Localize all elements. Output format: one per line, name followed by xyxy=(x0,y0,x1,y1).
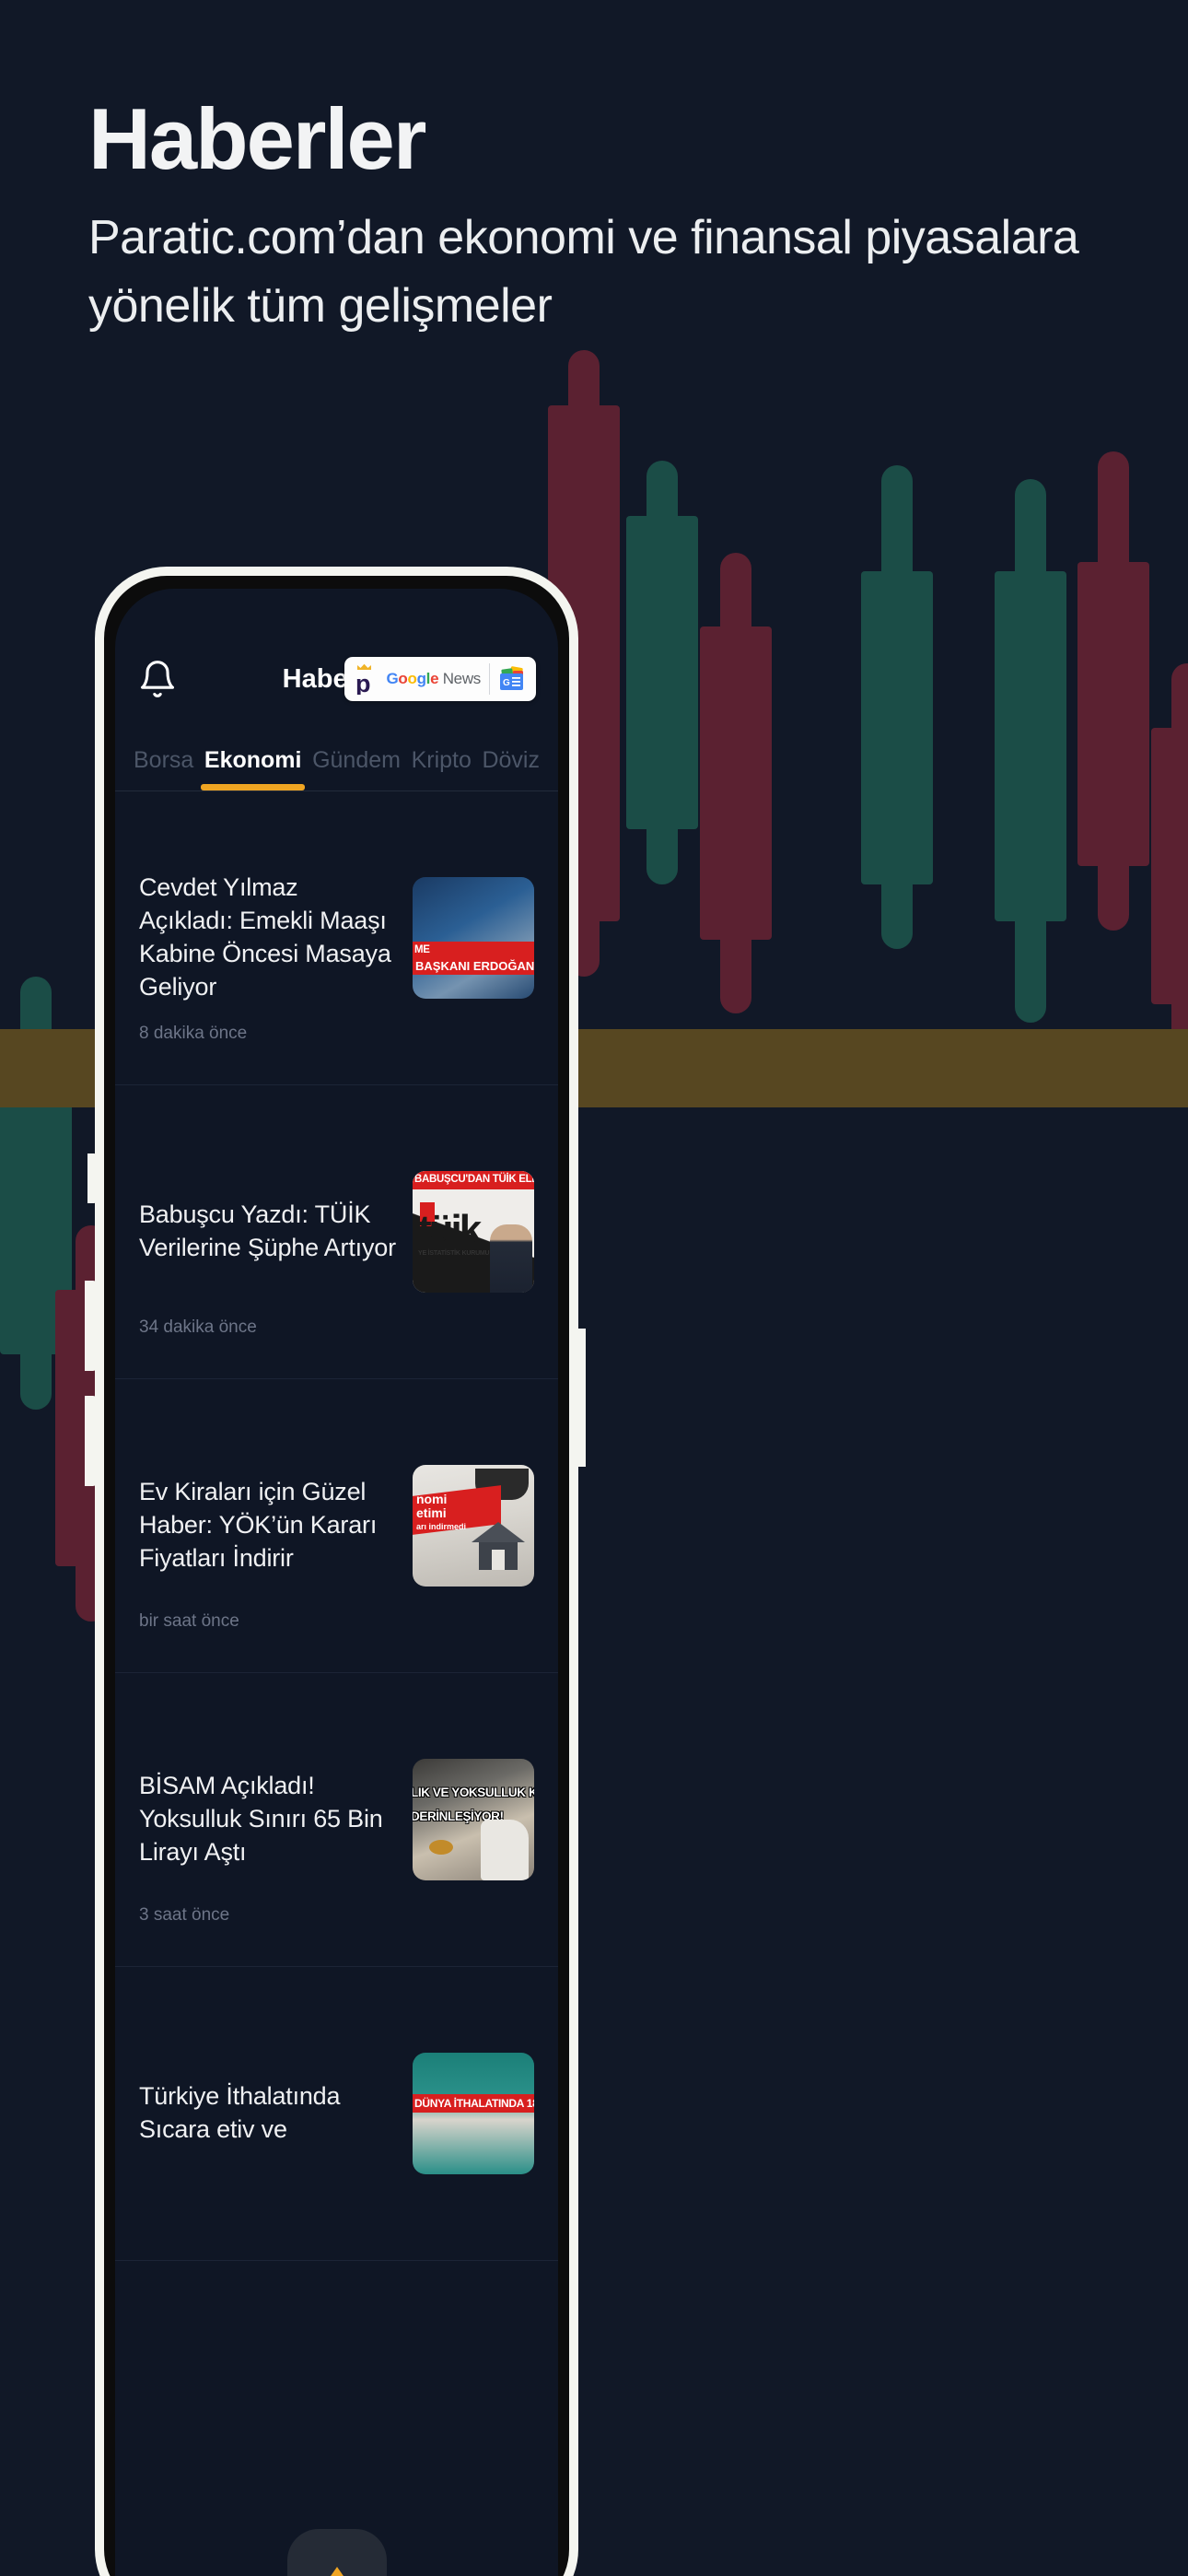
tab-döviz[interactable]: Döviz xyxy=(482,747,540,790)
news-thumbnail: nomi etimi arı indirmedi xyxy=(413,1465,534,1587)
candle-8 xyxy=(626,461,698,884)
candle-10 xyxy=(861,465,933,949)
category-tab-bar: Borsa Ekonomi Gündem Kripto Döviz xyxy=(115,721,558,791)
candle-12 xyxy=(1077,451,1149,931)
svg-text:p: p xyxy=(355,670,371,695)
paratic-p-crown-logo: p xyxy=(355,663,378,697)
phone-volume-up-button[interactable] xyxy=(85,1281,98,1371)
candle-11 xyxy=(995,479,1066,1023)
news-timestamp: 8 dakika önce xyxy=(139,1024,248,1043)
news-timestamp: 3 saat önce xyxy=(139,1905,230,1925)
badge-divider xyxy=(489,663,490,695)
news-thumbnail: DÜNYA İTHALATINDA 18. SIRA xyxy=(413,2053,534,2174)
bell-icon[interactable] xyxy=(137,659,178,699)
news-timestamp: 34 dakika önce xyxy=(139,1317,257,1337)
app-bar: Haberler p Google News G xyxy=(115,637,558,721)
news-text: Türkiye İthalatında Sıcara etiv ve xyxy=(139,2080,413,2147)
google-news-badge[interactable]: p Google News G xyxy=(344,657,536,701)
tab-kripto[interactable]: Kripto xyxy=(412,747,472,790)
phone-mockup: Haberler p Google News G Borsa Ekonomi G… xyxy=(95,567,578,2576)
hero-section: Haberler Paratic.com’dan ekonomi ve fina… xyxy=(0,0,1188,341)
page-title: Haberler xyxy=(88,90,426,187)
news-item[interactable]: BİSAM Açıkladı! Yoksulluk Sınırı 65 Bin … xyxy=(115,1673,558,1967)
news-thumbnail: BABUŞCU'DAN TÜİK ELE tüik YE İSTATİSTİK … xyxy=(413,1171,534,1293)
candle-13 xyxy=(1151,663,1188,1060)
news-item[interactable]: Ev Kiraları için Güzel Haber: YÖK’ün Kar… xyxy=(115,1379,558,1673)
news-text: BİSAM Açıkladı! Yoksulluk Sınırı 65 Bin … xyxy=(139,1770,413,1869)
google-news-wordmark: Google News xyxy=(386,670,481,687)
scroll-to-top-fab[interactable] xyxy=(286,2529,387,2576)
news-title: Babuşcu Yazdı: TÜİK Verilerine Şüphe Art… xyxy=(139,1200,396,1261)
news-title: Cevdet Yılmaz Açıkladı: Emekli Maaşı Kab… xyxy=(139,873,391,1001)
phone-volume-down-button[interactable] xyxy=(85,1396,98,1486)
news-item[interactable]: Türkiye İthalatında Sıcara etiv ve DÜNYA … xyxy=(115,1967,558,2261)
candle-9 xyxy=(700,553,772,1013)
page-subtitle: Paratic.com’dan ekonomi ve finansal piya… xyxy=(88,211,1079,333)
tab-gündem[interactable]: Gündem xyxy=(312,747,401,790)
news-text: Babuşcu Yazdı: TÜİK Verilerine Şüphe Art… xyxy=(139,1199,413,1265)
news-title: BİSAM Açıkladı! Yoksulluk Sınırı 65 Bin … xyxy=(139,1772,383,1866)
news-timestamp: bir saat önce xyxy=(139,1611,239,1631)
news-text: Ev Kiraları için Güzel Haber: YÖK’ün Kar… xyxy=(139,1476,413,1575)
news-list: Cevdet Yılmaz Açıkladı: Emekli Maaşı Kab… xyxy=(115,791,558,2261)
phone-silent-switch[interactable] xyxy=(87,1153,99,1203)
news-thumbnail: ME BAŞKANI ERDOĞAN'A xyxy=(413,877,534,999)
google-news-icon: G xyxy=(498,665,526,693)
news-title: Türkiye İthalatında Sıcara etiv ve xyxy=(139,2082,341,2143)
svg-text:G: G xyxy=(503,678,510,688)
tab-borsa[interactable]: Borsa xyxy=(134,747,193,790)
phone-power-button[interactable] xyxy=(573,1329,586,1467)
tab-ekonomi[interactable]: Ekonomi xyxy=(200,747,306,790)
phone-screen: Haberler p Google News G Borsa Ekonomi G… xyxy=(115,589,558,2576)
news-thumbnail: LIK VE YOKSULLUK K DERİNLEŞİYOR! xyxy=(413,1759,534,1880)
news-item[interactable]: Babuşcu Yazdı: TÜİK Verilerine Şüphe Art… xyxy=(115,1085,558,1379)
news-text: Cevdet Yılmaz Açıkladı: Emekli Maaşı Kab… xyxy=(139,872,413,1004)
news-item[interactable]: Cevdet Yılmaz Açıkladı: Emekli Maaşı Kab… xyxy=(115,791,558,1085)
news-title: Ev Kiraları için Güzel Haber: YÖK’ün Kar… xyxy=(139,1478,378,1572)
triangle-up-icon xyxy=(320,2567,354,2576)
